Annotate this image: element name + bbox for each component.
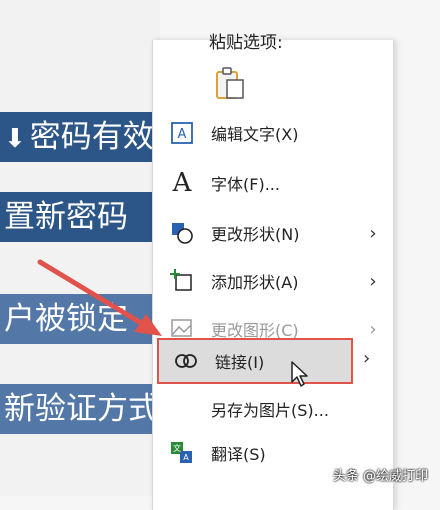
menu-item-change-shape[interactable]: 更改形状(N) › [155,214,389,252]
slide-row-verify-method[interactable]: 新验证方式 [0,384,165,434]
link-icon [169,344,203,378]
arrow-icon: ⬇ [4,124,26,154]
menu-item-label: 编辑文字(X) [211,125,299,144]
menu-item-label: 另存为图片(S)... [211,401,329,420]
svg-text:A: A [183,453,189,462]
menu-item-link[interactable]: 链接(I) [157,338,353,384]
menu-item-label: 添加形状(A) [211,273,299,292]
menu-item-label: 字体(F)... [211,175,280,194]
chevron-right-icon: › [369,318,377,340]
mouse-cursor-icon [291,361,308,387]
add-shape-icon [165,264,199,298]
slide-row-text: 户被锁定 [4,301,128,337]
edit-text-icon: A [165,116,199,150]
chevron-right-icon: › [369,222,377,244]
svg-text:文: 文 [173,443,181,453]
slide-row-password-valid[interactable]: ⬇ 密码有效 [0,112,165,162]
menu-item-add-shape[interactable]: 添加形状(A) › [155,262,389,300]
translate-icon: 文A [165,436,199,470]
menu-item-label: 链接(I) [215,353,265,372]
menu-item-label: 更改形状(N) [211,225,300,244]
svg-text:A: A [178,127,187,142]
chevron-right-icon: › [369,270,377,292]
font-icon: A [172,168,192,198]
watermark: 头条 @绘威打印 [332,469,428,484]
context-menu: 粘贴选项: A 编辑文字(X) A 字体(F)... 更改形状(N) › 添加形… [152,33,394,510]
chevron-right-icon: › [363,348,371,369]
paste-keep-text-icon[interactable] [215,66,245,100]
slide-row-account-locked[interactable]: 户被锁定 [0,294,165,344]
paste-options: 粘贴选项: [153,33,393,115]
menu-item-edit-text[interactable]: A 编辑文字(X) [155,114,389,152]
slide-row-text: 密码有效 [29,119,154,155]
paste-options-title: 粘贴选项: [209,33,283,53]
slide-row-text: 新验证方式 [4,391,159,427]
change-shape-icon [165,216,199,250]
menu-item-save-as-picture[interactable]: 另存为图片(S)... [155,390,389,428]
slide-canvas: ⬇ 密码有效 置新密码 户被锁定 新验证方式 [0,0,165,496]
menu-item-label: 翻译(S) [211,445,266,464]
blank-icon [165,392,199,426]
menu-item-font[interactable]: A 字体(F)... [155,164,389,202]
slide-row-reset-password[interactable]: 置新密码 [0,192,165,242]
slide-row-text: 置新密码 [4,199,128,235]
